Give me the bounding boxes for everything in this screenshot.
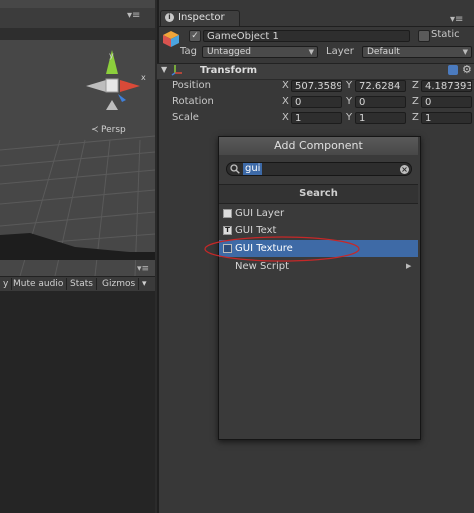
scene-orientation-gizmo[interactable]: y x [86, 50, 146, 110]
gizmo-y-label: y [109, 51, 114, 60]
tag-dropdown[interactable]: Untagged ▼ [202, 46, 318, 58]
add-component-popup [218, 136, 421, 440]
highlight-annotation [204, 236, 360, 262]
gameobject-name-field[interactable]: GameObject 1 [203, 30, 410, 42]
position-y-field[interactable]: 72.6284 [355, 80, 406, 92]
result-gui-layer[interactable]: GUI Layer [219, 205, 418, 222]
layer-dropdown[interactable]: Default ▼ [362, 46, 472, 58]
game-view[interactable] [0, 291, 155, 513]
rotation-y-field[interactable]: 0 [355, 96, 406, 108]
gameobject-cube-icon [163, 31, 179, 47]
game-view-toolbar: y Mute audio Stats Gizmos ▾ [0, 276, 155, 292]
rotation-x-field[interactable]: 0 [291, 96, 342, 108]
game-panel-menu-icon[interactable]: ▾≡ [137, 264, 149, 274]
stats-button[interactable]: Stats [67, 278, 97, 290]
gizmos-dropdown-icon[interactable]: ▾ [139, 278, 150, 290]
chevron-down-icon: ▼ [308, 48, 314, 56]
gizmos-button[interactable]: Gizmos [99, 278, 140, 290]
scene-panel-menu-icon[interactable]: ▾≡ [125, 10, 149, 24]
scale-label: Scale [172, 112, 199, 123]
rotation-x-label[interactable]: X [282, 96, 289, 107]
scene-object-plane[interactable] [0, 233, 155, 260]
divider [157, 26, 474, 27]
position-y-label[interactable]: Y [346, 80, 352, 91]
position-label: Position [172, 80, 211, 91]
layer-label: Layer [326, 46, 354, 57]
chevron-down-icon: ▼ [462, 48, 468, 56]
position-z-label[interactable]: Z [412, 80, 419, 91]
scale-z-label[interactable]: Z [412, 112, 419, 123]
search-input-value[interactable]: gui [243, 163, 263, 175]
foldout-arrow-icon[interactable]: ▼ [161, 65, 167, 74]
inspector-tab-label: Inspector [178, 12, 225, 23]
scene-toolbar [0, 28, 155, 40]
position-x-field[interactable]: 507.3589 [291, 80, 342, 92]
add-component-title: Add Component [219, 137, 418, 155]
scale-y-label[interactable]: Y [346, 112, 352, 123]
scale-x-field[interactable]: 1 [291, 112, 342, 124]
transform-axes-icon [171, 65, 182, 76]
help-book-icon[interactable] [448, 65, 458, 75]
rotation-y-label[interactable]: Y [346, 96, 352, 107]
result-label: GUI Layer [235, 208, 285, 219]
search-icon [230, 164, 240, 174]
scale-y-field[interactable]: 1 [355, 112, 406, 124]
gizmo-x-label: x [141, 73, 146, 82]
position-z-field[interactable]: 4.187393 [421, 80, 472, 92]
scale-x-label[interactable]: X [282, 112, 289, 123]
static-label: Static [431, 29, 460, 40]
static-checkbox[interactable] [418, 30, 430, 42]
info-icon: i [165, 13, 174, 22]
scene-viewport[interactable]: y x ≺ Persp [0, 40, 155, 276]
active-checkbox[interactable]: ✓ [189, 30, 201, 42]
rotation-z-label[interactable]: Z [412, 96, 419, 107]
gear-icon[interactable]: ⚙ [462, 63, 472, 76]
scale-z-field[interactable]: 1 [421, 112, 472, 124]
mute-audio-button[interactable]: Mute audio [10, 278, 68, 290]
tag-label: Tag [180, 46, 197, 57]
chevron-right-icon: ▶ [406, 262, 412, 270]
persp-label[interactable]: Persp [101, 125, 126, 135]
inspector-menu-icon[interactable]: ▾≡ [450, 14, 463, 25]
search-results-header: Search [219, 184, 418, 204]
rotation-z-field[interactable]: 0 [421, 96, 472, 108]
gui-layer-icon [223, 209, 232, 218]
transform-title: Transform [200, 65, 258, 76]
rotation-label: Rotation [172, 96, 214, 107]
position-x-label[interactable]: X [282, 80, 289, 91]
clear-search-icon[interactable]: × [400, 165, 409, 174]
persp-label-arrow: ≺ [91, 125, 99, 135]
